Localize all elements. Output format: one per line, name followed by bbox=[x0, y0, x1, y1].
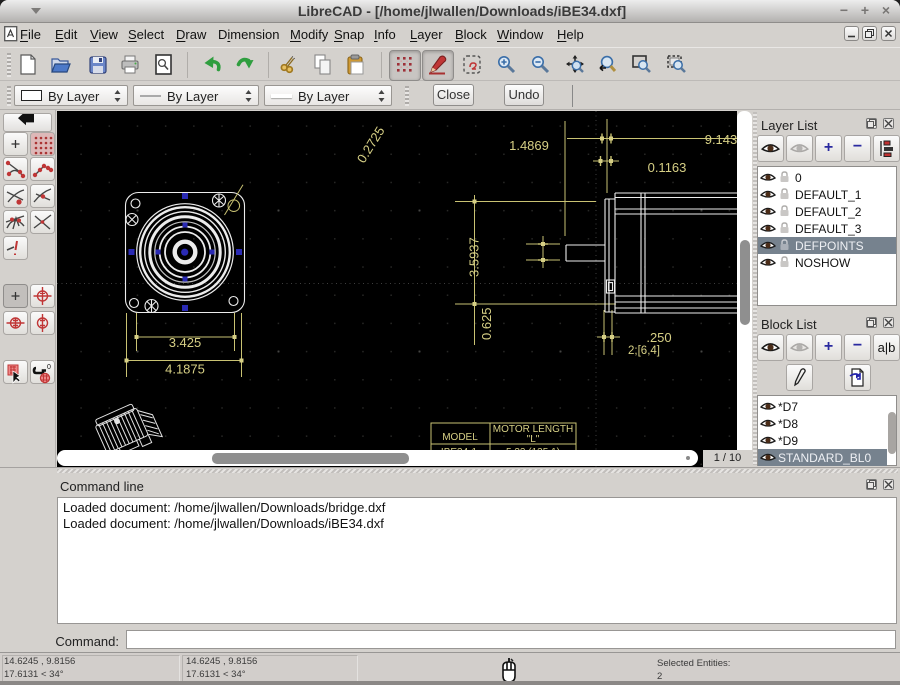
svg-text:.250: .250 bbox=[646, 330, 671, 345]
svg-text:0: 0 bbox=[47, 364, 51, 371]
svg-text:0.2725: 0.2725 bbox=[354, 124, 388, 166]
svg-text:9.143: 9.143 bbox=[705, 132, 737, 147]
svg-text:0.625: 0.625 bbox=[479, 307, 494, 340]
svg-text:2;[6,4]: 2;[6,4] bbox=[628, 345, 660, 357]
svg-text:3.5937: 3.5937 bbox=[467, 237, 482, 277]
svg-text:1.4869: 1.4869 bbox=[509, 138, 549, 153]
svg-text:"L": "L" bbox=[527, 434, 540, 445]
svg-text:3.425: 3.425 bbox=[169, 335, 202, 350]
svg-text:0.1163: 0.1163 bbox=[648, 160, 687, 175]
svg-text:4.1875: 4.1875 bbox=[165, 362, 205, 377]
svg-text:MODEL: MODEL bbox=[442, 432, 478, 443]
